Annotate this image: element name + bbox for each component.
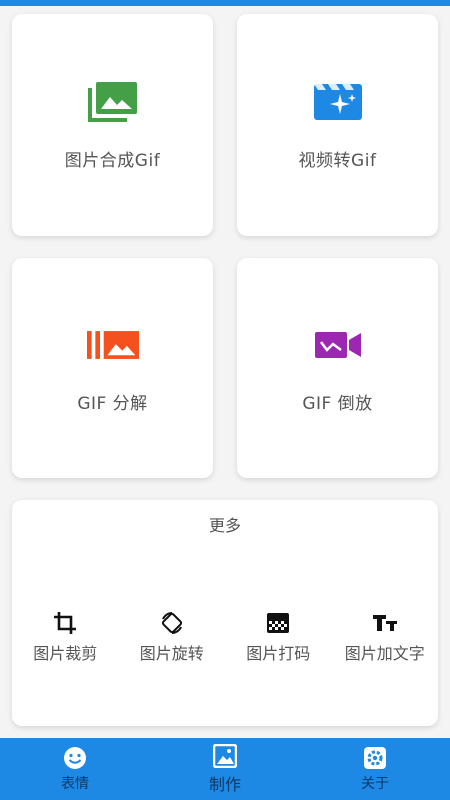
add-text-label: 图片加文字 xyxy=(344,644,425,663)
mosaic-tool[interactable]: 图片打码 xyxy=(228,610,328,664)
text-icon xyxy=(372,610,398,636)
top-accent-bar xyxy=(0,0,450,6)
smiley-icon xyxy=(63,746,87,770)
nav-label-make: 制作 xyxy=(208,774,241,794)
image-icon xyxy=(213,743,237,768)
more-tools-card: 更多 图片裁剪 图片旋转 图片打码 图片加文字 xyxy=(12,500,438,726)
more-tools-list: 图片裁剪 图片旋转 图片打码 图片加文字 xyxy=(12,610,438,664)
tool-label: 视频转Gif xyxy=(298,150,377,171)
crop-tool[interactable]: 图片裁剪 xyxy=(15,610,115,664)
nav-label-about: 关于 xyxy=(361,775,389,792)
mosaic-icon xyxy=(265,610,291,636)
gif-split-card[interactable]: GIF 分解 xyxy=(12,258,213,478)
gif-reverse-card[interactable]: GIF 倒放 xyxy=(237,258,438,478)
nav-item-make[interactable]: 制作 xyxy=(165,743,285,795)
nav-item-emoji[interactable]: 表情 xyxy=(15,746,135,793)
add-text-tool[interactable]: 图片加文字 xyxy=(335,610,435,664)
tool-label: 图片合成Gif xyxy=(64,150,161,171)
tool-label: GIF 倒放 xyxy=(302,393,373,414)
rotate-icon xyxy=(159,610,185,636)
rotate-tool[interactable]: 图片旋转 xyxy=(122,610,222,664)
video-to-gif-card[interactable]: 视频转Gif xyxy=(237,14,438,236)
crop-label: 图片裁剪 xyxy=(33,644,98,663)
mosaic-label: 图片打码 xyxy=(246,644,311,663)
nav-label-emoji: 表情 xyxy=(61,775,89,792)
bottom-navigation: 表情 制作 关于 xyxy=(0,738,450,800)
images-to-gif-card[interactable]: 图片合成Gif xyxy=(12,14,213,236)
tool-label: GIF 分解 xyxy=(77,393,148,414)
video-camera-icon xyxy=(312,323,364,367)
rotate-label: 图片旋转 xyxy=(139,644,204,663)
crop-icon xyxy=(52,610,78,636)
images-icon xyxy=(87,80,139,124)
split-image-icon xyxy=(86,323,139,367)
more-title: 更多 xyxy=(208,516,241,535)
settings-icon xyxy=(363,746,387,770)
nav-item-about[interactable]: 关于 xyxy=(315,746,435,793)
video-sparkle-icon xyxy=(312,80,364,124)
